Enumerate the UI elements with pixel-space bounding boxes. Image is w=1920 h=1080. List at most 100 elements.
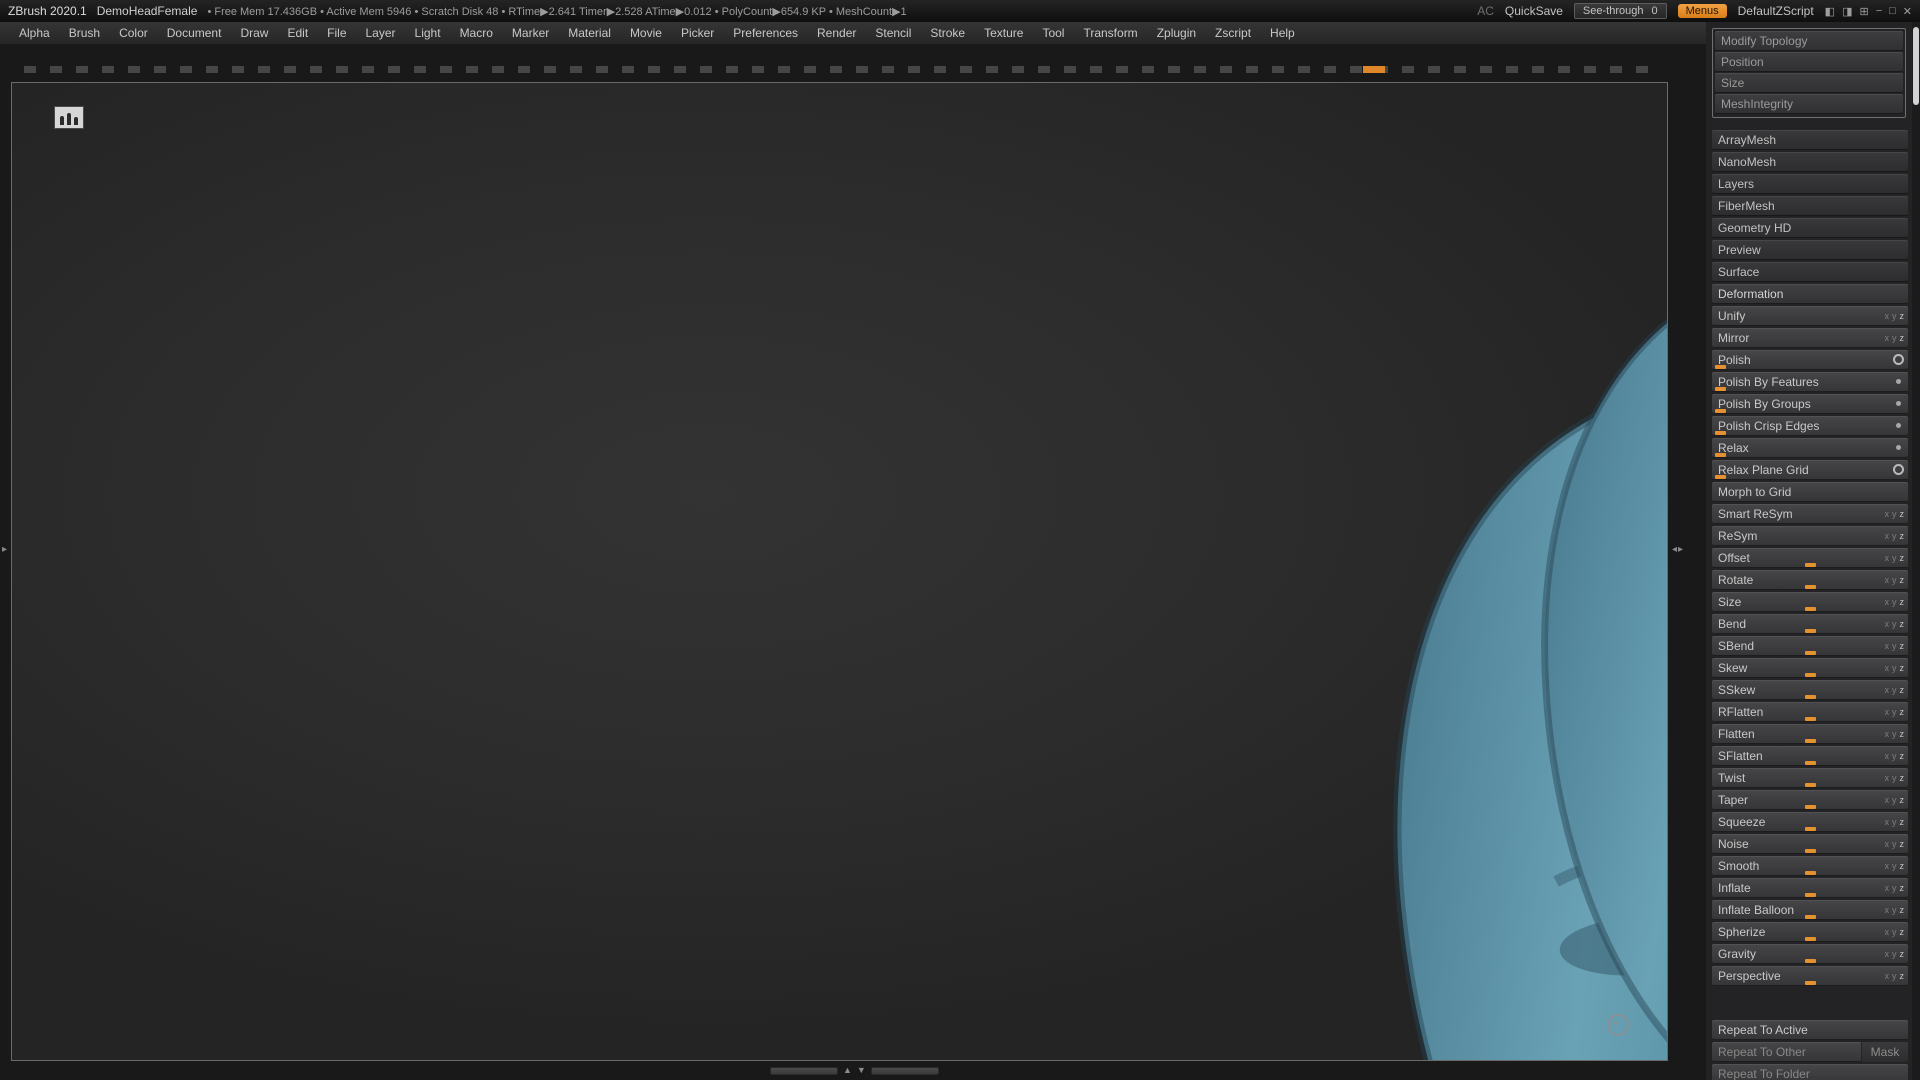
axis-y-toggle[interactable]: y — [1892, 861, 1897, 871]
repeat-to-active-button[interactable]: Repeat To Active — [1712, 1020, 1908, 1040]
quicksave-button[interactable]: QuickSave — [1505, 4, 1563, 18]
deformation-smart-resym[interactable]: Smart ReSym x y z — [1712, 504, 1908, 524]
slider-handle[interactable] — [1805, 805, 1816, 809]
deformation-size[interactable]: Size x y z — [1712, 592, 1908, 612]
axis-y-toggle[interactable]: y — [1892, 619, 1897, 629]
axis-y-toggle[interactable]: y — [1892, 531, 1897, 541]
axis-z-toggle[interactable]: z — [1900, 509, 1905, 519]
local-symmetry-ring-icon[interactable] — [1607, 1014, 1629, 1036]
axis-y-toggle[interactable]: y — [1892, 575, 1897, 585]
menu-marker[interactable]: Marker — [503, 24, 558, 42]
axis-z-toggle[interactable]: z — [1900, 883, 1905, 893]
nav-down-icon[interactable]: ▼ — [857, 1066, 866, 1075]
mode-dot-toggle-icon[interactable] — [1893, 398, 1904, 409]
axis-toggles[interactable]: xyz — [1885, 592, 1905, 612]
axis-x-toggle[interactable]: x — [1885, 971, 1890, 981]
axis-toggles[interactable]: xyz — [1885, 570, 1905, 590]
axis-toggles[interactable]: xyz — [1885, 328, 1905, 348]
axis-x-toggle[interactable]: x — [1885, 839, 1890, 849]
menu-transform[interactable]: Transform — [1074, 24, 1146, 42]
tray-item-position[interactable]: Position — [1715, 52, 1903, 72]
slider-handle[interactable] — [1805, 893, 1816, 897]
axis-z-toggle[interactable]: z — [1900, 795, 1905, 805]
tray-divider-marker[interactable] — [1363, 66, 1385, 73]
slider-handle[interactable] — [1715, 365, 1726, 369]
default-zscript-button[interactable]: DefaultZScript — [1738, 4, 1814, 18]
axis-x-toggle[interactable]: x — [1885, 795, 1890, 805]
axis-toggles[interactable]: xyz — [1885, 834, 1905, 854]
menu-alpha[interactable]: Alpha — [10, 24, 59, 42]
axis-x-toggle[interactable]: x — [1885, 817, 1890, 827]
axis-y-toggle[interactable]: y — [1892, 751, 1897, 761]
axis-x-toggle[interactable]: x — [1885, 883, 1890, 893]
axis-y-toggle[interactable]: y — [1892, 641, 1897, 651]
menu-file[interactable]: File — [318, 24, 355, 42]
menu-draw[interactable]: Draw — [231, 24, 277, 42]
axis-z-toggle[interactable]: z — [1900, 531, 1905, 541]
deformation-noise[interactable]: Noise x y z — [1712, 834, 1908, 854]
axis-x-toggle[interactable]: x — [1885, 333, 1890, 343]
axis-x-toggle[interactable]: x — [1885, 531, 1890, 541]
axis-x-toggle[interactable]: x — [1885, 641, 1890, 651]
axis-x-toggle[interactable]: x — [1885, 619, 1890, 629]
minimize-icon[interactable]: − — [1876, 5, 1882, 18]
menu-preferences[interactable]: Preferences — [724, 24, 807, 42]
sculpt-canvas[interactable] — [11, 82, 1668, 1061]
axis-toggles[interactable]: xyz — [1885, 900, 1905, 920]
mode-ring-toggle-icon[interactable] — [1893, 464, 1904, 475]
axis-y-toggle[interactable]: y — [1892, 597, 1897, 607]
deformation-morph-to-grid[interactable]: Morph to Grid — [1712, 482, 1908, 502]
axis-z-toggle[interactable]: z — [1900, 773, 1905, 783]
tray-scrollbar-thumb[interactable] — [1913, 27, 1919, 105]
maximize-icon[interactable]: □ — [1889, 5, 1896, 18]
nav-scrollbar-right[interactable] — [870, 1066, 939, 1075]
axis-toggles[interactable]: xyz — [1885, 768, 1905, 788]
slider-handle[interactable] — [1805, 959, 1816, 963]
axis-z-toggle[interactable]: z — [1900, 971, 1905, 981]
deformation-inflate-balloon[interactable]: Inflate Balloon x y z — [1712, 900, 1908, 920]
axis-y-toggle[interactable]: y — [1892, 905, 1897, 915]
deformation-polish-crisp-edges[interactable]: Polish Crisp Edges — [1712, 416, 1908, 436]
axis-toggles[interactable]: xyz — [1885, 306, 1905, 326]
axis-toggles[interactable]: xyz — [1885, 966, 1905, 986]
tray-item-modify-topology[interactable]: Modify Topology — [1715, 31, 1903, 51]
menu-render[interactable]: Render — [808, 24, 865, 42]
axis-x-toggle[interactable]: x — [1885, 509, 1890, 519]
axis-x-toggle[interactable]: x — [1885, 597, 1890, 607]
menu-brush[interactable]: Brush — [60, 24, 109, 42]
axis-z-toggle[interactable]: z — [1900, 927, 1905, 937]
axis-x-toggle[interactable]: x — [1885, 685, 1890, 695]
menus-button[interactable]: Menus — [1677, 4, 1727, 18]
menu-edit[interactable]: Edit — [278, 24, 317, 42]
axis-toggles[interactable]: xyz — [1885, 680, 1905, 700]
deformation-sskew[interactable]: SSkew x y z — [1712, 680, 1908, 700]
axis-z-toggle[interactable]: z — [1900, 553, 1905, 563]
slider-handle[interactable] — [1805, 673, 1816, 677]
axis-z-toggle[interactable]: z — [1900, 663, 1905, 673]
axis-z-toggle[interactable]: z — [1900, 575, 1905, 585]
section-arraymesh[interactable]: ArrayMesh — [1712, 130, 1908, 150]
axis-z-toggle[interactable]: z — [1900, 861, 1905, 871]
menu-movie[interactable]: Movie — [621, 24, 671, 42]
slider-handle[interactable] — [1805, 827, 1816, 831]
menu-macro[interactable]: Macro — [451, 24, 502, 42]
menu-texture[interactable]: Texture — [975, 24, 1032, 42]
slider-handle[interactable] — [1805, 915, 1816, 919]
axis-y-toggle[interactable]: y — [1892, 311, 1897, 321]
menu-help[interactable]: Help — [1261, 24, 1304, 42]
axis-toggles[interactable]: xyz — [1885, 878, 1905, 898]
mode-dot-toggle-icon[interactable] — [1893, 420, 1904, 431]
axis-y-toggle[interactable]: y — [1892, 795, 1897, 805]
deformation-relax[interactable]: Relax — [1712, 438, 1908, 458]
deformation-mirror[interactable]: Mirror x y z — [1712, 328, 1908, 348]
axis-toggles[interactable]: xyz — [1885, 614, 1905, 634]
axis-toggles[interactable]: xyz — [1885, 746, 1905, 766]
slider-handle[interactable] — [1715, 387, 1726, 391]
axis-z-toggle[interactable]: z — [1900, 333, 1905, 343]
axis-y-toggle[interactable]: y — [1892, 707, 1897, 717]
axis-toggles[interactable]: xyz — [1885, 944, 1905, 964]
axis-x-toggle[interactable]: x — [1885, 949, 1890, 959]
axis-z-toggle[interactable]: z — [1900, 949, 1905, 959]
slider-handle[interactable] — [1805, 585, 1816, 589]
slider-handle[interactable] — [1805, 981, 1816, 985]
